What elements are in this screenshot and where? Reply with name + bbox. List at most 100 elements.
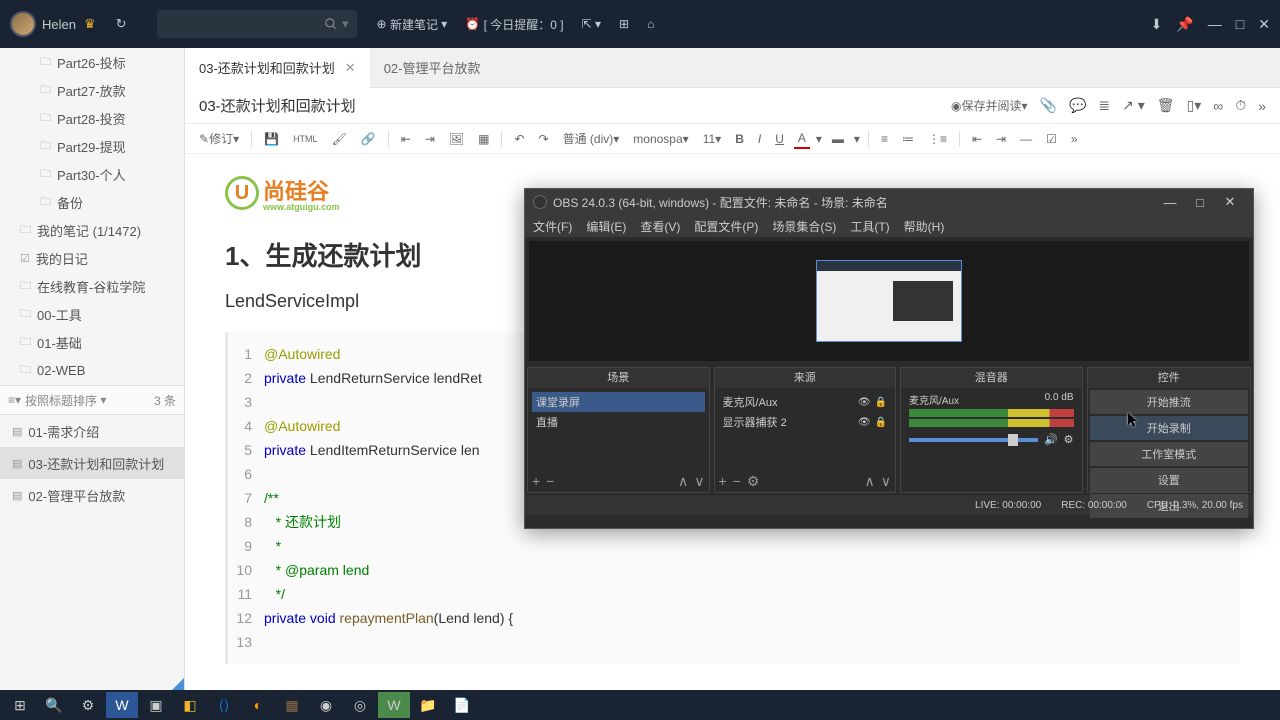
note-item[interactable]: ▤01-需求介绍 <box>0 415 184 447</box>
folder-item[interactable]: 🗀在线教育-谷粒学院 <box>0 272 184 300</box>
remove-icon[interactable]: − <box>733 473 741 489</box>
pin-icon[interactable]: 📌 <box>1176 16 1193 33</box>
terminal-icon[interactable]: ▣ <box>140 692 172 718</box>
obs-titlebar[interactable]: OBS 24.0.3 (64-bit, windows) - 配置文件: 未命名… <box>525 189 1253 215</box>
notepad-icon[interactable]: 📄 <box>446 692 478 718</box>
hr-icon[interactable]: — <box>1016 130 1036 148</box>
font-color-icon[interactable]: A <box>794 129 810 149</box>
share-icon[interactable]: ↗ ▾ <box>1122 97 1145 114</box>
format-select[interactable]: 普通 (div) ▾ <box>559 130 624 147</box>
search-input[interactable]: ▾ <box>157 10 357 38</box>
refresh-icon[interactable]: ↻ <box>116 16 127 32</box>
underline-icon[interactable]: U <box>771 130 788 148</box>
folder-item[interactable]: 🗀Part30-个人 <box>0 160 184 188</box>
folder-item[interactable]: ☑我的日记 <box>0 244 184 272</box>
folder-item[interactable]: 🗀Part27-放款 <box>0 76 184 104</box>
menu-item[interactable]: 场景集合(S) <box>772 218 836 235</box>
menu-item[interactable]: 文件(F) <box>533 218 572 235</box>
gear-icon[interactable]: ⚙ <box>747 473 760 490</box>
image-icon[interactable]: 🖼 <box>445 130 468 148</box>
share-icon[interactable]: ⇱ ▾ <box>582 17 601 31</box>
scene-item[interactable]: 课堂录屏 <box>532 392 705 412</box>
save-icon[interactable]: 💾 <box>260 130 283 148</box>
reminder-button[interactable]: ⏰ [ 今日提醒：0 ] <box>465 16 563 33</box>
attach-icon[interactable]: 📎 <box>1040 97 1057 114</box>
more-icon[interactable]: » <box>1067 130 1082 148</box>
eye-icon[interactable]: 👁 <box>858 397 871 408</box>
lock-icon[interactable]: 🔒 <box>875 397 887 408</box>
app-icon[interactable]: ◧ <box>174 692 206 718</box>
ul-icon[interactable]: ⋮≡ <box>924 130 951 148</box>
control-button[interactable]: 开始推流 <box>1090 390 1248 414</box>
source-item[interactable]: 麦克风/Aux 👁🔒 <box>719 392 892 412</box>
home-icon[interactable]: ⌂ <box>647 17 654 31</box>
add-icon[interactable]: + <box>532 473 540 489</box>
view-mode-button[interactable]: ◉ 保存并阅读 ▾ <box>951 97 1028 114</box>
settings-icon[interactable]: ⚙ <box>72 692 104 718</box>
note-item[interactable]: ▤03-还款计划和回款计划 <box>0 447 184 479</box>
up-icon[interactable]: ∧ <box>865 473 875 490</box>
apps-icon[interactable]: ⊞ <box>619 17 629 31</box>
app-icon[interactable]: W <box>378 692 410 718</box>
folder-item[interactable]: 🗀Part26-投标 <box>0 48 184 76</box>
folder-item[interactable]: 🗀Part28-投资 <box>0 104 184 132</box>
folder-item[interactable]: 🗀00-工具 <box>0 300 184 328</box>
folder-item[interactable]: 🗀备份 <box>0 188 184 216</box>
resize-corner[interactable] <box>172 678 184 690</box>
book-icon[interactable]: ▯▾ <box>1187 97 1202 114</box>
control-button[interactable]: 设置 <box>1090 468 1248 492</box>
checkbox-icon[interactable]: ☑ <box>1042 130 1061 148</box>
obs-preview[interactable] <box>529 241 1249 361</box>
volume-slider[interactable] <box>909 438 1038 442</box>
menu-item[interactable]: 查看(V) <box>640 218 680 235</box>
source-item[interactable]: 显示器捕获 2👁🔒 <box>719 412 892 432</box>
link-icon[interactable]: 🔗 <box>357 130 380 148</box>
folder-item[interactable]: 🗀Part29-提现 <box>0 132 184 160</box>
ol-icon[interactable]: ≔ <box>898 130 918 148</box>
new-note-button[interactable]: ⊕ 新建笔记 ▾ <box>377 16 448 33</box>
delete-icon[interactable]: 🗑 <box>1157 97 1175 114</box>
table-icon[interactable]: ▦ <box>474 130 493 148</box>
italic-icon[interactable]: I <box>754 130 765 148</box>
explorer-icon[interactable]: 📁 <box>412 692 444 718</box>
word-icon[interactable]: W <box>106 692 138 718</box>
eye-icon[interactable]: 👁 <box>858 417 871 428</box>
gear-icon[interactable]: ⚙ <box>1064 433 1074 446</box>
obs-taskbar-icon[interactable]: ◎ <box>344 692 376 718</box>
note-title[interactable]: 03-还款计划和回款计划 <box>199 95 951 116</box>
start-icon[interactable]: ⊞ <box>4 692 36 718</box>
bg-color-icon[interactable]: ▬ <box>828 130 848 148</box>
add-icon[interactable]: + <box>719 473 727 489</box>
menu-item[interactable]: 工具(T) <box>850 218 889 235</box>
note-item[interactable]: ▤02-管理平台放款 <box>0 479 184 511</box>
control-button[interactable]: 工作室模式 <box>1090 442 1248 466</box>
align-icon[interactable]: ≡ <box>877 130 892 148</box>
brush-icon[interactable]: 🖌 <box>328 130 351 148</box>
list-icon[interactable]: ≣ <box>1098 97 1110 114</box>
comment-icon[interactable]: 💬 <box>1069 97 1086 114</box>
minimize-icon[interactable]: — <box>1208 16 1222 32</box>
lock-icon[interactable]: 🔒 <box>875 417 887 428</box>
scene-item[interactable]: 直播 <box>532 412 705 432</box>
obs-close-icon[interactable]: ✕ <box>1215 194 1245 210</box>
vscode-icon[interactable]: ⟨⟩ <box>208 692 240 718</box>
folder-item[interactable]: 🗀我的笔记 (1/1472) <box>0 216 184 244</box>
menu-item[interactable]: 编辑(E) <box>586 218 626 235</box>
firefox-icon[interactable]: ◐ <box>242 692 274 718</box>
tab-close-icon[interactable]: ✕ <box>345 60 356 76</box>
indent-icon[interactable]: ⇥ <box>992 130 1010 148</box>
tab[interactable]: 03-还款计划和回款计划✕ <box>185 48 370 88</box>
edit-mode-button[interactable]: ✎ 修订 ▾ <box>195 128 243 149</box>
obs-maximize-icon[interactable]: □ <box>1185 195 1215 210</box>
folder-item[interactable]: 🗀02-WEB <box>0 356 184 384</box>
size-select[interactable]: 11 ▾ <box>699 132 726 146</box>
close-icon[interactable]: ✕ <box>1258 16 1270 33</box>
folder-item[interactable]: 🗀01-基础 <box>0 328 184 356</box>
undo-icon[interactable]: ↶ <box>510 130 528 148</box>
indent-left-icon[interactable]: ⇤ <box>397 130 415 148</box>
more-icon[interactable]: » <box>1258 98 1266 114</box>
search-icon[interactable]: 🔍 <box>38 692 70 718</box>
sort-bar[interactable]: ≡▾ 按照标题排序 ▾ 3 条 <box>0 385 184 415</box>
user-avatar[interactable] <box>10 11 36 37</box>
bold-icon[interactable]: B <box>731 130 748 148</box>
